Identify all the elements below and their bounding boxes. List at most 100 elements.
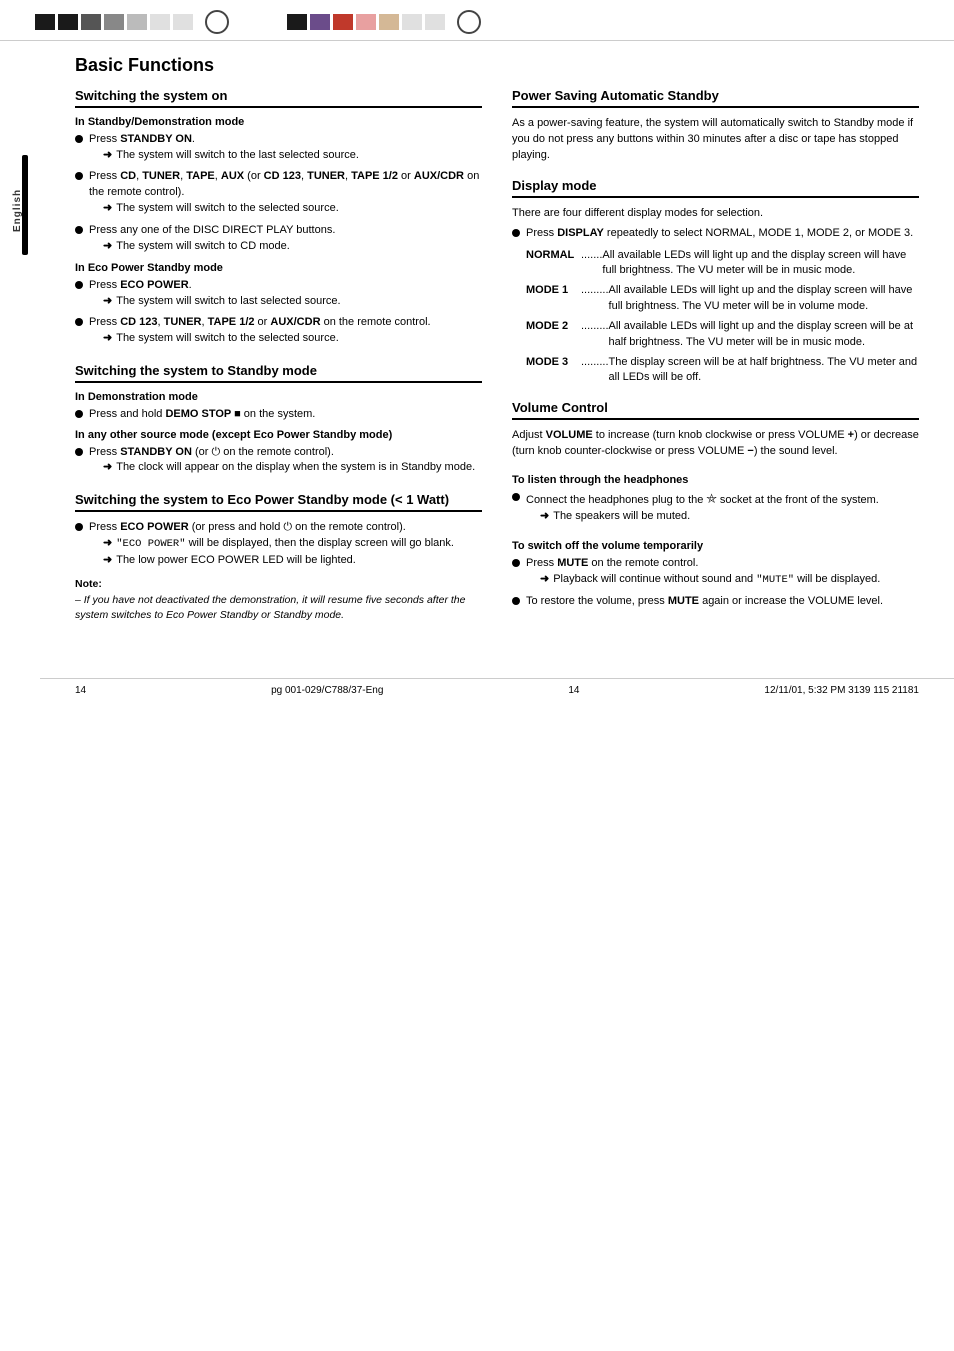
page-title: Basic Functions <box>75 55 919 76</box>
note-block: Note: – If you have not deactivated the … <box>75 577 482 624</box>
subsection-title-headphones: To listen through the headphones <box>512 474 919 486</box>
columns-container: Switching the system on In Standby/Demon… <box>75 88 919 638</box>
mode-row-mode3: MODE 3 ......... The display screen will… <box>526 355 919 386</box>
mode-row-mode2: MODE 2 ......... All available LEDs will… <box>526 319 919 350</box>
item-text: Connect the headphones plug to the ⛤ soc… <box>526 494 879 506</box>
volume-text: Adjust VOLUME to increase (turn knob clo… <box>512 428 919 460</box>
footer-right: 12/11/01, 5:32 PM 3139 115 21181 <box>764 685 919 696</box>
bullet-dot <box>75 226 83 234</box>
item-text: Press and hold DEMO STOP ■ on the system… <box>89 408 315 420</box>
arrow-line: ➜ The system will switch to last selecte… <box>103 294 482 309</box>
section-headphones: To listen through the headphones Connect… <box>512 474 919 526</box>
subsection-title-eco-power: In Eco Power Standby mode <box>75 262 482 274</box>
circle-decoration-right <box>457 10 481 34</box>
bullet-dot <box>512 597 520 605</box>
footer-left: pg 001-029/C788/37-Eng <box>271 685 383 696</box>
display-mode-intro: There are four different display modes f… <box>512 206 919 222</box>
arrow-line: ➜ The system will switch to the selected… <box>103 201 482 216</box>
section-title-volume: Volume Control <box>512 400 919 420</box>
standby-demo-list: Press STANDBY ON. ➜ The system will swit… <box>75 132 482 256</box>
bullet-dot <box>512 559 520 567</box>
list-item: Press CD, TUNER, TAPE, AUX (or CD 123, T… <box>75 169 482 218</box>
right-column: Power Saving Automatic Standby As a powe… <box>512 88 919 638</box>
section-title-eco-standby: Switching the system to Eco Power Standb… <box>75 492 482 512</box>
list-item: To restore the volume, press MUTE again … <box>512 594 919 610</box>
item-text: Press STANDBY ON (or ⏻ on the remote con… <box>89 446 334 458</box>
bullet-dot <box>75 281 83 289</box>
bullet-dot <box>75 448 83 456</box>
section-power-saving: Power Saving Automatic Standby As a powe… <box>512 88 919 164</box>
list-item: Connect the headphones plug to the ⛤ soc… <box>512 490 919 526</box>
list-item: Press and hold DEMO STOP ■ on the system… <box>75 407 482 423</box>
bottom-bar: 14 pg 001-029/C788/37-Eng 14 12/11/01, 5… <box>40 678 954 702</box>
bullet-dot <box>75 135 83 143</box>
item-text: Press DISPLAY repeatedly to select NORMA… <box>526 227 913 239</box>
list-item: Press CD 123, TUNER, TAPE 1/2 or AUX/CDR… <box>75 315 482 348</box>
eco-standby-list: Press ECO POWER (or press and hold ⏻ on … <box>75 520 482 571</box>
section-display-mode: Display mode There are four different di… <box>512 178 919 386</box>
headphones-list: Connect the headphones plug to the ⛤ soc… <box>512 490 919 526</box>
sidebar-label: English <box>12 180 23 240</box>
pattern-right <box>287 14 445 30</box>
section-mute: To switch off the volume temporarily Pre… <box>512 540 919 610</box>
list-item: Press any one of the DISC DIRECT PLAY bu… <box>75 223 482 256</box>
arrow-line: ➜ The system will switch to the last sel… <box>103 148 482 163</box>
item-text: Press ECO POWER. <box>89 279 192 291</box>
mute-list: Press MUTE on the remote control. ➜ Play… <box>512 556 919 610</box>
footer-page-number: 14 <box>75 685 86 696</box>
item-text: Press CD, TUNER, TAPE, AUX (or CD 123, T… <box>89 170 479 198</box>
footer-center: 14 <box>568 685 579 696</box>
list-item: Press ECO POWER (or press and hold ⏻ on … <box>75 520 482 571</box>
bullet-dot <box>512 493 520 501</box>
arrow-line: ➜ The clock will appear on the display w… <box>103 460 482 475</box>
subsection-title-standby-demo: In Standby/Demonstration mode <box>75 116 482 128</box>
section-title-display-mode: Display mode <box>512 178 919 198</box>
subsection-title-mute: To switch off the volume temporarily <box>512 540 919 552</box>
item-text: Press ECO POWER (or press and hold ⏻ on … <box>89 521 406 533</box>
eco-power-list: Press ECO POWER. ➜ The system will switc… <box>75 278 482 349</box>
main-content: Basic Functions Switching the system on … <box>40 41 954 658</box>
arrow-line: ➜ The system will switch to CD mode. <box>103 239 482 254</box>
arrow-line: ➜ "ECO POWER" will be displayed, then th… <box>103 536 482 552</box>
list-item: Press MUTE on the remote control. ➜ Play… <box>512 556 919 590</box>
subsection-title-demo-mode: In Demonstration mode <box>75 391 482 403</box>
circle-decoration-left <box>205 10 229 34</box>
list-item: Press STANDBY ON. ➜ The system will swit… <box>75 132 482 165</box>
power-saving-text: As a power-saving feature, the system wi… <box>512 116 919 164</box>
left-column: Switching the system on In Standby/Demon… <box>75 88 482 638</box>
mode-list: NORMAL ....... All available LEDs will l… <box>526 248 919 386</box>
list-item: Press ECO POWER. ➜ The system will switc… <box>75 278 482 311</box>
section-title-switching-on: Switching the system on <box>75 88 482 108</box>
arrow-line: ➜ Playback will continue without sound a… <box>540 572 919 588</box>
arrow-line: ➜ The low power ECO POWER LED will be li… <box>103 553 482 568</box>
item-text: Press MUTE on the remote control. <box>526 557 698 569</box>
mode-row-mode1: MODE 1 ......... All available LEDs will… <box>526 283 919 314</box>
mode-row-normal: NORMAL ....... All available LEDs will l… <box>526 248 919 279</box>
section-standby-mode: Switching the system to Standby mode In … <box>75 363 482 478</box>
arrow-line: ➜ The speakers will be muted. <box>540 509 919 524</box>
bullet-dot <box>75 523 83 531</box>
pattern-left <box>35 14 193 30</box>
page-wrapper: English Basic Functions Switching the sy… <box>0 0 954 1351</box>
top-pattern-bar <box>0 0 954 41</box>
bullet-dot <box>75 172 83 180</box>
section-switching-on: Switching the system on In Standby/Demon… <box>75 88 482 349</box>
bullet-dot <box>512 229 520 237</box>
display-mode-list: Press DISPLAY repeatedly to select NORMA… <box>512 226 919 242</box>
section-title-standby-mode: Switching the system to Standby mode <box>75 363 482 383</box>
list-item: Press DISPLAY repeatedly to select NORMA… <box>512 226 919 242</box>
section-eco-standby: Switching the system to Eco Power Standb… <box>75 492 482 624</box>
arrow-line: ➜ The system will switch to the selected… <box>103 331 482 346</box>
item-text: Press STANDBY ON. <box>89 133 195 145</box>
item-text: Press CD 123, TUNER, TAPE 1/2 or AUX/CDR… <box>89 316 431 328</box>
item-text: To restore the volume, press MUTE again … <box>526 595 883 607</box>
section-title-power-saving: Power Saving Automatic Standby <box>512 88 919 108</box>
section-volume-control: Volume Control Adjust VOLUME to increase… <box>512 400 919 460</box>
other-mode-list: Press STANDBY ON (or ⏻ on the remote con… <box>75 445 482 478</box>
list-item: Press STANDBY ON (or ⏻ on the remote con… <box>75 445 482 478</box>
bullet-dot <box>75 410 83 418</box>
item-text: Press any one of the DISC DIRECT PLAY bu… <box>89 224 335 236</box>
bullet-dot <box>75 318 83 326</box>
subsection-title-other-mode: In any other source mode (except Eco Pow… <box>75 429 482 441</box>
demo-mode-list: Press and hold DEMO STOP ■ on the system… <box>75 407 482 423</box>
